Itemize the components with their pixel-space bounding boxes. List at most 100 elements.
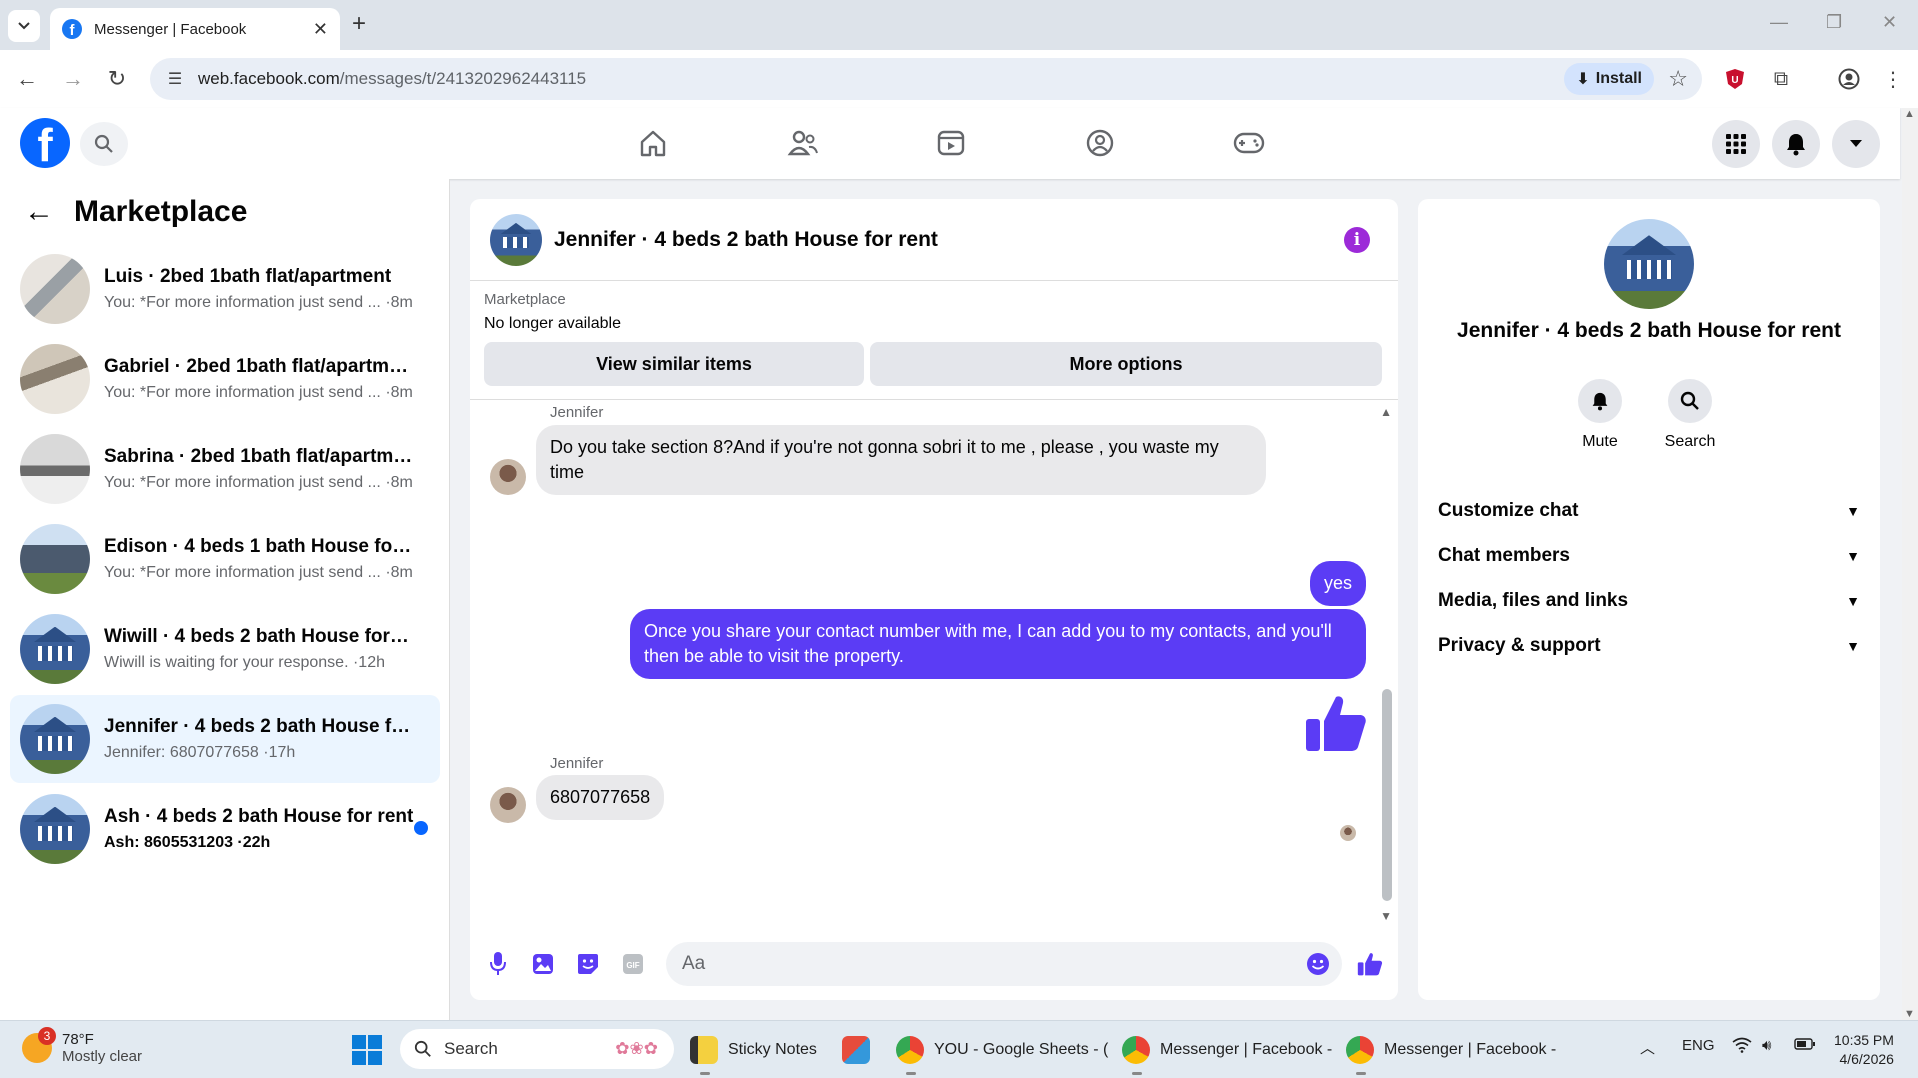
page-scrollbar[interactable]: ▲ ▼ <box>1902 108 1918 1020</box>
bell-icon <box>1787 134 1805 156</box>
battery-icon[interactable] <box>1794 1037 1816 1055</box>
friends-nav-icon[interactable] <box>778 120 828 166</box>
chrome-messenger-window[interactable]: Messenger | Facebook - <box>1122 1029 1332 1075</box>
video-nav-icon[interactable] <box>926 120 976 166</box>
grid-icon <box>1726 134 1746 154</box>
snipping-tool-app[interactable] <box>842 1029 880 1071</box>
conversation-item[interactable]: Wiwill · 4 beds 2 bath House for re... Wi… <box>10 605 440 693</box>
wifi-icon[interactable] <box>1732 1037 1752 1057</box>
gif-icon[interactable]: GIF <box>619 950 647 978</box>
restore-button[interactable]: ❐ <box>1826 12 1842 33</box>
site-info-icon[interactable]: ☰ <box>160 69 190 89</box>
info-icon[interactable]: i <box>1344 227 1370 253</box>
conversation-name: Jennifer · 4 beds 2 bath House for ... <box>104 716 414 737</box>
chevron-down-icon: ▼ <box>1846 638 1860 654</box>
chat-title[interactable]: Jennifer · 4 beds 2 bath House for rent <box>554 228 938 252</box>
account-menu-button[interactable] <box>1832 120 1880 168</box>
conversation-item[interactable]: Ash · 4 beds 2 bath House for rent Ash: 8… <box>10 785 440 873</box>
close-window-button[interactable]: ✕ <box>1882 12 1897 33</box>
weather-widget[interactable]: 3 78°F Mostly clear <box>22 1027 143 1065</box>
weather-sun-icon: 3 <box>22 1027 56 1063</box>
windows-start-icon[interactable] <box>352 1035 382 1065</box>
clock-date: 4/6/2026 <box>1839 1051 1894 1067</box>
sender-avatar[interactable] <box>490 787 526 823</box>
back-button[interactable]: ← <box>12 64 42 94</box>
page-scroll-down-arrow[interactable]: ▼ <box>1904 1008 1915 1020</box>
show-hidden-icons[interactable]: ︿ <box>1640 1037 1655 1058</box>
minimize-button[interactable]: — <box>1770 12 1788 33</box>
taskbar-clock[interactable]: 10:35 PM 4/6/2026 <box>1834 1031 1894 1069</box>
message-bubble-incoming[interactable]: Do you take section 8?And if you're not … <box>536 425 1266 495</box>
privacy-support-section[interactable]: Privacy & support ▼ <box>1438 626 1860 666</box>
browser-menu-icon[interactable]: ⋮ <box>1878 64 1908 94</box>
media-files-links-section[interactable]: Media, files and links ▼ <box>1438 581 1860 621</box>
conversation-item[interactable]: Luis · 2bed 1bath flat/apartment You: *Fo… <box>10 245 440 333</box>
listing-thumbnail <box>20 344 90 414</box>
chrome-google-sheets-window[interactable]: YOU - Google Sheets - ( <box>896 1029 1108 1075</box>
groups-nav-icon[interactable] <box>1075 120 1125 166</box>
listing-thumbnail <box>20 704 90 774</box>
search-action[interactable]: Search <box>1650 379 1730 451</box>
listing-avatar[interactable] <box>1604 219 1694 309</box>
extensions-puzzle-icon[interactable]: ⧉ <box>1766 64 1796 94</box>
notifications-button[interactable] <box>1772 120 1820 168</box>
facebook-logo-icon[interactable]: f <box>20 118 70 168</box>
conversation-name: Edison · 4 beds 1 bath House for re... <box>104 536 414 557</box>
gaming-nav-icon[interactable] <box>1224 120 1274 166</box>
sticker-icon[interactable] <box>574 950 602 978</box>
scroll-down-arrow[interactable]: ▼ <box>1380 909 1392 923</box>
profile-icon[interactable] <box>1834 64 1864 94</box>
more-options-button[interactable]: More options <box>870 342 1382 386</box>
volume-icon[interactable]: 🔊︎ <box>1762 1037 1771 1054</box>
conversation-item-active[interactable]: Jennifer · 4 beds 2 bath House for ... Je… <box>10 695 440 783</box>
thumbs-up-send-icon[interactable] <box>1356 950 1384 978</box>
view-similar-items-button[interactable]: View similar items <box>484 342 864 386</box>
chat-members-section[interactable]: Chat members ▼ <box>1438 536 1860 576</box>
facebook-header: f <box>0 108 1900 179</box>
conversation-name: Wiwill · 4 beds 2 bath House for re... <box>104 626 414 647</box>
address-bar[interactable]: ☰ web.facebook.com/messages/t/2413202962… <box>150 58 1702 100</box>
menu-grid-button[interactable] <box>1712 120 1760 168</box>
conversation-item[interactable]: Edison · 4 beds 1 bath House for re... Yo… <box>10 515 440 603</box>
tab-search-button[interactable] <box>8 10 40 42</box>
close-tab-icon[interactable]: ✕ <box>313 19 328 40</box>
listing-thumbnail <box>20 794 90 864</box>
conversation-item[interactable]: Gabriel · 2bed 1bath flat/apartment You: … <box>10 335 440 423</box>
browser-tab[interactable]: f Messenger | Facebook ✕ <box>50 8 340 50</box>
ublock-extension-icon[interactable]: U <box>1720 64 1750 94</box>
chrome-messenger-window[interactable]: Messenger | Facebook - <box>1346 1029 1556 1075</box>
sender-avatar[interactable] <box>490 459 526 495</box>
emoji-icon[interactable] <box>1306 952 1330 982</box>
search-label: Search <box>1664 433 1716 450</box>
language-indicator[interactable]: ENG <box>1682 1037 1715 1054</box>
install-app-button[interactable]: ⬇ Install <box>1564 63 1654 95</box>
mute-action[interactable]: Mute <box>1560 379 1640 451</box>
details-title: Jennifer · 4 beds 2 bath House for rent <box>1457 319 1841 342</box>
forward-button[interactable]: → <box>58 64 88 94</box>
chat-avatar[interactable] <box>490 213 542 266</box>
photo-icon[interactable] <box>529 950 557 978</box>
microphone-icon[interactable] <box>484 950 512 978</box>
customize-chat-section[interactable]: Customize chat ▼ <box>1438 491 1860 531</box>
marketplace-label: Marketplace <box>484 291 566 308</box>
message-bubble-outgoing[interactable]: yes <box>1309 561 1366 606</box>
facebook-search-button[interactable] <box>80 122 128 166</box>
sticky-notes-app[interactable]: Sticky Notes <box>690 1029 817 1075</box>
message-bubble-outgoing[interactable]: Once you share your contact number with … <box>630 609 1366 679</box>
page-scroll-up-arrow[interactable]: ▲ <box>1904 108 1915 120</box>
message-input[interactable]: Aa <box>666 942 1342 986</box>
home-nav-icon[interactable] <box>628 120 678 166</box>
bookmark-star-icon[interactable]: ☆ <box>1668 66 1688 92</box>
weather-desc: Mostly clear <box>62 1048 143 1065</box>
conversation-item[interactable]: Sabrina · 2bed 1bath flat/apartment You: … <box>10 425 440 513</box>
url-text[interactable]: web.facebook.com/messages/t/241320296244… <box>198 69 1702 89</box>
taskbar-search[interactable]: Search ✿❀✿ <box>400 1029 674 1069</box>
section-label: Customize chat <box>1438 500 1579 521</box>
back-arrow-icon[interactable]: ← <box>24 195 54 229</box>
new-tab-button[interactable]: + <box>352 12 366 36</box>
chat-scrollbar[interactable] <box>1382 689 1392 901</box>
search-icon <box>94 134 113 153</box>
message-bubble-incoming[interactable]: 6807077658 <box>536 775 665 820</box>
scroll-up-arrow[interactable]: ▲ <box>1380 405 1392 419</box>
reload-button[interactable]: ↻ <box>102 64 132 94</box>
